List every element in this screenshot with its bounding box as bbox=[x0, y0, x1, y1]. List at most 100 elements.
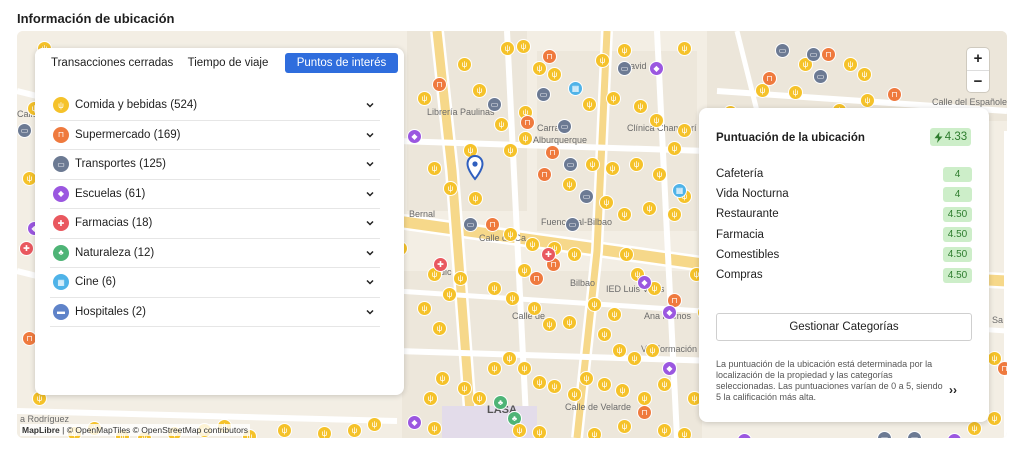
fork-knife-icon[interactable]: ψ bbox=[562, 177, 577, 192]
bus-icon[interactable]: ▭ bbox=[775, 43, 790, 58]
fork-knife-icon[interactable]: ψ bbox=[472, 391, 487, 406]
category-item[interactable]: ⊓ Supermercado (169) bbox=[50, 121, 380, 150]
tab-points-of-interest[interactable]: Puntos de interés bbox=[285, 53, 398, 73]
fork-knife-icon[interactable]: ψ bbox=[585, 157, 600, 172]
shopping-cart-icon[interactable]: ⊓ bbox=[432, 77, 447, 92]
fork-knife-icon[interactable]: ψ bbox=[417, 91, 432, 106]
chevron-down-icon[interactable] bbox=[365, 218, 375, 228]
bus-icon[interactable]: ▭ bbox=[563, 157, 578, 172]
fork-knife-icon[interactable]: ψ bbox=[432, 321, 447, 336]
attribution-text[interactable]: | © OpenMapTiles © OpenStreetMap contrib… bbox=[60, 425, 248, 435]
fork-knife-icon[interactable]: ψ bbox=[612, 343, 627, 358]
fork-knife-icon[interactable]: ψ bbox=[607, 307, 622, 322]
fork-knife-icon[interactable]: ψ bbox=[567, 387, 582, 402]
graduation-cap-icon[interactable]: ◆ bbox=[407, 129, 422, 144]
fork-knife-icon[interactable]: ψ bbox=[843, 57, 858, 72]
bus-icon[interactable]: ▭ bbox=[17, 123, 32, 138]
chevron-down-icon[interactable] bbox=[365, 189, 375, 199]
fork-knife-icon[interactable]: ψ bbox=[857, 67, 872, 82]
fork-knife-icon[interactable]: ψ bbox=[967, 421, 982, 436]
fork-knife-icon[interactable]: ψ bbox=[427, 161, 442, 176]
fork-knife-icon[interactable]: ψ bbox=[987, 351, 1002, 366]
fork-knife-icon[interactable]: ψ bbox=[500, 41, 515, 56]
fork-knife-icon[interactable]: ψ bbox=[542, 317, 557, 332]
fork-knife-icon[interactable]: ψ bbox=[457, 57, 472, 72]
bus-icon[interactable]: ▭ bbox=[487, 97, 502, 112]
category-item[interactable]: ψ Comida y bebidas (524) bbox=[50, 91, 380, 121]
fork-knife-icon[interactable]: ψ bbox=[617, 207, 632, 222]
category-item[interactable]: ♣ Naturaleza (12) bbox=[50, 239, 380, 268]
tree-icon[interactable]: ♣ bbox=[493, 395, 508, 410]
fork-knife-icon[interactable]: ψ bbox=[629, 157, 644, 172]
bus-icon[interactable]: ▭ bbox=[579, 189, 594, 204]
fork-knife-icon[interactable]: ψ bbox=[987, 411, 1002, 426]
fork-knife-icon[interactable]: ψ bbox=[525, 237, 540, 252]
fork-knife-icon[interactable]: ψ bbox=[443, 181, 458, 196]
fork-knife-icon[interactable]: ψ bbox=[677, 427, 692, 438]
fork-knife-icon[interactable]: ψ bbox=[532, 375, 547, 390]
fork-knife-icon[interactable]: ψ bbox=[503, 143, 518, 158]
fork-knife-icon[interactable]: ψ bbox=[435, 371, 450, 386]
tab-travel-time[interactable]: Tiempo de viaje bbox=[177, 53, 279, 73]
fork-knife-icon[interactable]: ψ bbox=[860, 93, 875, 108]
fork-knife-icon[interactable]: ψ bbox=[517, 263, 532, 278]
fork-knife-icon[interactable]: ψ bbox=[677, 41, 692, 56]
manage-categories-button[interactable]: Gestionar Categorías bbox=[716, 313, 972, 341]
fork-knife-icon[interactable]: ψ bbox=[595, 53, 610, 68]
fork-knife-icon[interactable]: ψ bbox=[442, 287, 457, 302]
shopping-cart-icon[interactable]: ⊓ bbox=[485, 217, 500, 232]
zoom-in-button[interactable]: + bbox=[967, 48, 989, 70]
fork-knife-icon[interactable]: ψ bbox=[633, 99, 648, 114]
fork-knife-icon[interactable]: ψ bbox=[652, 167, 667, 182]
fork-knife-icon[interactable]: ψ bbox=[667, 207, 682, 222]
fork-knife-icon[interactable]: ψ bbox=[605, 161, 620, 176]
fork-knife-icon[interactable]: ψ bbox=[277, 423, 292, 438]
film-icon[interactable]: ▦ bbox=[568, 81, 583, 96]
fork-knife-icon[interactable]: ψ bbox=[532, 425, 547, 438]
fork-knife-icon[interactable]: ψ bbox=[453, 271, 468, 286]
shopping-cart-icon[interactable]: ⊓ bbox=[637, 405, 652, 420]
chevron-down-icon[interactable] bbox=[365, 277, 375, 287]
fork-knife-icon[interactable]: ψ bbox=[502, 351, 517, 366]
shopping-cart-icon[interactable]: ⊓ bbox=[537, 167, 552, 182]
fork-knife-icon[interactable]: ψ bbox=[567, 247, 582, 262]
fork-knife-icon[interactable]: ψ bbox=[667, 141, 682, 156]
category-item[interactable]: ▬ Hospitales (2) bbox=[50, 298, 380, 327]
bus-icon[interactable]: ▭ bbox=[536, 87, 551, 102]
fork-knife-icon[interactable]: ψ bbox=[512, 423, 527, 438]
fork-knife-icon[interactable]: ψ bbox=[677, 123, 692, 138]
medical-kit-icon[interactable]: ✚ bbox=[541, 247, 556, 262]
fork-knife-icon[interactable]: ψ bbox=[532, 61, 547, 76]
medical-kit-icon[interactable]: ✚ bbox=[433, 257, 448, 272]
bus-icon[interactable]: ▭ bbox=[806, 47, 821, 62]
shopping-cart-icon[interactable]: ⊓ bbox=[887, 87, 902, 102]
fork-knife-icon[interactable]: ψ bbox=[579, 371, 594, 386]
fork-knife-icon[interactable]: ψ bbox=[637, 391, 652, 406]
fork-knife-icon[interactable]: ψ bbox=[367, 417, 382, 432]
fork-knife-icon[interactable]: ψ bbox=[788, 85, 803, 100]
graduation-cap-icon[interactable]: ◆ bbox=[649, 61, 664, 76]
fork-knife-icon[interactable]: ψ bbox=[417, 301, 432, 316]
bus-icon[interactable]: ▭ bbox=[565, 217, 580, 232]
fork-knife-icon[interactable]: ψ bbox=[547, 379, 562, 394]
graduation-cap-icon[interactable]: ◆ bbox=[637, 275, 652, 290]
bus-icon[interactable]: ▭ bbox=[557, 119, 572, 134]
fork-knife-icon[interactable]: ψ bbox=[487, 361, 502, 376]
fork-knife-icon[interactable]: ψ bbox=[606, 91, 621, 106]
shopping-cart-icon[interactable]: ⊓ bbox=[545, 145, 560, 160]
fork-knife-icon[interactable]: ψ bbox=[587, 427, 602, 438]
medical-kit-icon[interactable]: ✚ bbox=[19, 241, 34, 256]
graduation-cap-icon[interactable]: ◆ bbox=[407, 415, 422, 430]
fork-knife-icon[interactable]: ψ bbox=[657, 423, 672, 438]
category-item[interactable]: ▦ Cine (6) bbox=[50, 268, 380, 298]
fork-knife-icon[interactable]: ψ bbox=[503, 227, 518, 242]
maplibre-link[interactable]: MapLibre bbox=[22, 425, 60, 435]
fork-knife-icon[interactable]: ψ bbox=[347, 423, 362, 438]
chevron-down-icon[interactable] bbox=[365, 100, 375, 110]
graduation-cap-icon[interactable]: ◆ bbox=[662, 361, 677, 376]
fork-knife-icon[interactable]: ψ bbox=[472, 83, 487, 98]
category-item[interactable]: ◆ Escuelas (61) bbox=[50, 180, 380, 209]
fork-knife-icon[interactable]: ψ bbox=[505, 291, 520, 306]
fork-knife-icon[interactable]: ψ bbox=[617, 419, 632, 434]
fork-knife-icon[interactable]: ψ bbox=[494, 117, 509, 132]
